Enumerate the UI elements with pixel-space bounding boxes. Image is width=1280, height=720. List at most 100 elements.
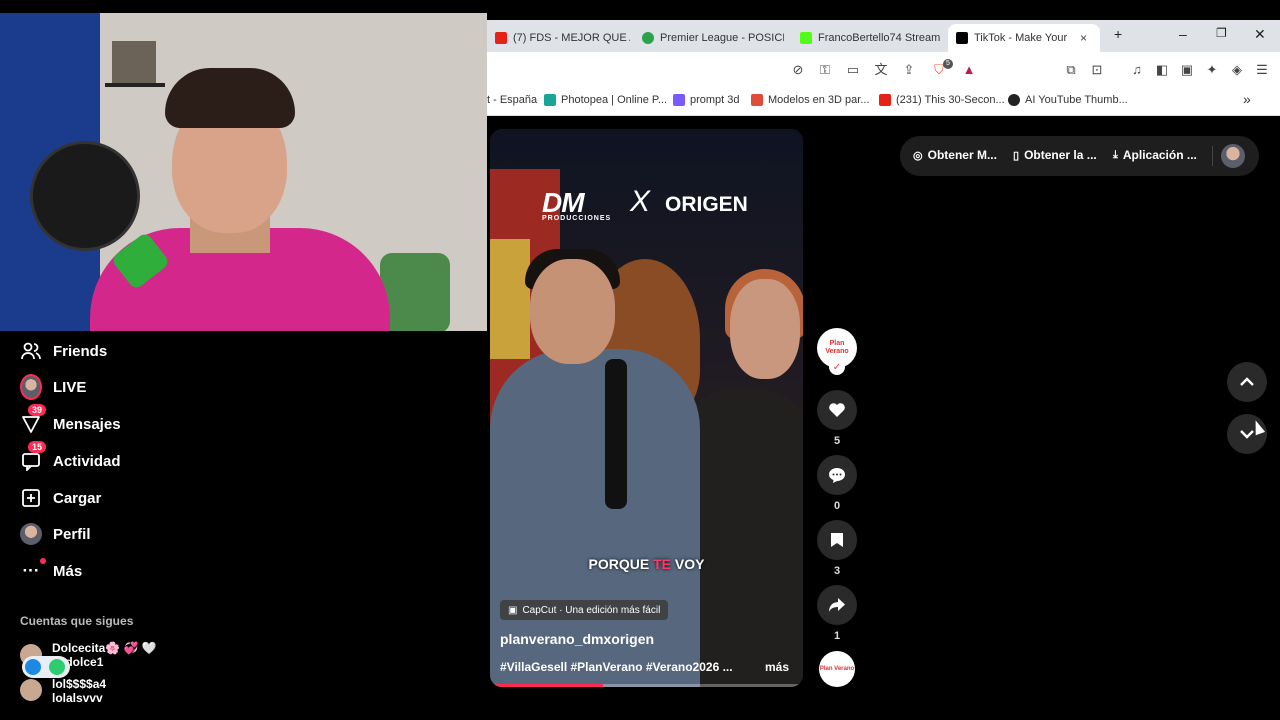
- logo-x: X: [630, 185, 651, 218]
- bookmark-espana[interactable]: t - España: [487, 94, 537, 106]
- divider: [1212, 146, 1213, 166]
- new-tab-button[interactable]: +: [1114, 26, 1122, 42]
- dm-logo-sub: PRODUCCIONES: [542, 215, 612, 222]
- upload-icon: [20, 487, 42, 509]
- phone-icon: ▯: [1013, 149, 1020, 162]
- bookmark-prompt-3d[interactable]: prompt 3d: [673, 94, 740, 106]
- sidebar-item-activity[interactable]: 15 Actividad: [20, 441, 121, 472]
- video-author[interactable]: planverano_dmxorigen: [500, 631, 654, 647]
- video-player[interactable]: DM PRODUCCIONES X ORIGEN PORQUE TE VOY ▣…: [490, 129, 803, 687]
- live-icon: [20, 374, 42, 400]
- microphone: [605, 359, 627, 509]
- leo-ai-icon[interactable]: ✦: [1204, 62, 1220, 78]
- screenshot-icon[interactable]: ⊡: [1089, 62, 1105, 78]
- wallet-icon[interactable]: ▣: [1179, 62, 1195, 78]
- comment-button[interactable]: [817, 455, 857, 495]
- messages-badge: 39: [28, 404, 47, 416]
- avatar: [20, 679, 42, 701]
- close-window-button[interactable]: ✕: [1254, 26, 1266, 43]
- sidebar-icon[interactable]: ◧: [1154, 62, 1170, 78]
- bookmark-ai-thumbnail[interactable]: AI YouTube Thumb...: [1008, 94, 1128, 106]
- music-disc[interactable]: Plan Verano: [819, 651, 855, 687]
- extensions-icon[interactable]: ⧉: [1063, 62, 1079, 78]
- capcut-icon: ▣: [508, 604, 518, 616]
- bookmark-modelos-3d[interactable]: Modelos en 3D par...: [751, 94, 870, 106]
- minimize-button[interactable]: –: [1179, 26, 1187, 42]
- ai-thumbnail-icon: [1008, 94, 1020, 106]
- top-actions-bar: ◎ Obtener M... ▯ Obtener la ... ⤓ Aplicació…: [900, 136, 1259, 176]
- youtube-icon: [495, 32, 507, 44]
- key-icon[interactable]: ⚿: [817, 62, 833, 78]
- desktop-app-button[interactable]: ⤓ Aplicación ...: [1113, 148, 1197, 162]
- bookmarks-overflow-icon[interactable]: »: [1243, 91, 1251, 107]
- kick-icon: [800, 32, 812, 44]
- following-section-title: Cuentas que sigues: [20, 614, 134, 628]
- sidebar-item-messages[interactable]: 39 Mensajes: [20, 404, 121, 435]
- save-count: 3: [833, 565, 841, 577]
- following-account-lola[interactable]: lol$$$$a4 lolalsvvv: [20, 677, 106, 703]
- chevron-up-icon: [1240, 377, 1254, 386]
- messages-icon: 39: [20, 404, 47, 435]
- sidebar-item-friends[interactable]: Friends: [20, 340, 107, 362]
- vpn-icon[interactable]: ◈: [1229, 62, 1245, 78]
- menu-icon[interactable]: ☰: [1254, 62, 1270, 78]
- profile-avatar: [20, 523, 42, 545]
- comment-count: 0: [833, 500, 841, 512]
- translate-off-icon[interactable]: ⊘: [790, 62, 806, 78]
- webcam-overlay: [0, 13, 487, 331]
- video-caption: PORQUE TE VOY: [588, 556, 705, 572]
- restore-button[interactable]: ❐: [1216, 26, 1227, 40]
- activity-badge: 15: [28, 441, 47, 453]
- close-tab-icon[interactable]: ×: [1080, 31, 1087, 45]
- previous-video-button[interactable]: [1227, 362, 1267, 402]
- share-icon[interactable]: ⇪: [901, 62, 917, 78]
- install-icon[interactable]: ▭: [845, 62, 861, 78]
- tab-tiktok[interactable]: TikTok - Make Your ×: [948, 24, 1100, 52]
- followed-check-icon[interactable]: ✓: [829, 359, 845, 375]
- download-icon: ⤓: [1113, 148, 1118, 161]
- globe-icon: [642, 32, 654, 44]
- bookmark-photopea[interactable]: Photopea | Online P...: [544, 94, 667, 106]
- sparkle-icon: [673, 94, 685, 106]
- get-app-button[interactable]: ▯ Obtener la ...: [1013, 148, 1097, 162]
- share-arrow-icon: [829, 598, 845, 612]
- heart-icon: [829, 403, 845, 417]
- translate-icon[interactable]: 文: [873, 62, 889, 78]
- media-icon[interactable]: ♫: [1129, 62, 1145, 78]
- sidebar-item-profile[interactable]: Perfil: [20, 523, 91, 545]
- sidebar-item-live[interactable]: LIVE: [20, 374, 86, 400]
- youtube-icon: [879, 94, 891, 106]
- bookmarks-bar: t - España Photopea | Online P... prompt…: [487, 88, 1280, 116]
- get-coins-button[interactable]: ◎ Obtener M...: [913, 148, 997, 162]
- sidebar-item-more[interactable]: ··· Más: [20, 558, 82, 582]
- share-count: 1: [833, 630, 841, 642]
- comment-icon: [829, 468, 845, 483]
- brave-rewards-icon[interactable]: ▲: [961, 62, 977, 78]
- activity-icon: 15: [20, 441, 47, 472]
- bookmark-youtube-video[interactable]: (231) This 30-Secon...: [879, 94, 1005, 106]
- browser-tab-strip: (7) FDS - MEJOR QUE ANT Premier League -…: [487, 20, 1280, 52]
- chevron-down-icon: [1240, 430, 1254, 439]
- browser-toolbar: ⊘ ⚿ ▭ 文 ⇪ ⛉ 5 ▲ ⧉ ⊡ ♫ ◧ ▣ ✦ ◈ ☰: [487, 52, 1280, 88]
- floating-widget[interactable]: [22, 656, 70, 678]
- bookmark-icon: [831, 533, 843, 547]
- video-hashtags[interactable]: #VillaGesell #PlanVerano #Verano2026 ...: [500, 660, 733, 674]
- like-button[interactable]: [817, 390, 857, 430]
- power-icon: [49, 659, 65, 675]
- tab-fds[interactable]: (7) FDS - MEJOR QUE ANT: [487, 24, 630, 52]
- tab-kick-stream[interactable]: FrancoBertello74 Stream: [792, 24, 942, 52]
- capcut-tag[interactable]: ▣ CapCut · Una edición más fácil: [500, 600, 669, 620]
- share-button[interactable]: [817, 585, 857, 625]
- sidebar-item-upload[interactable]: Cargar: [20, 487, 101, 509]
- photopea-icon: [544, 94, 556, 106]
- save-button[interactable]: [817, 520, 857, 560]
- like-count: 5: [833, 435, 841, 447]
- more-icon: ···: [20, 558, 46, 582]
- coin-icon: ◎: [913, 149, 923, 162]
- tab-premier-league[interactable]: Premier League - POSICIO: [634, 24, 784, 52]
- shield-count-badge: 5: [943, 59, 953, 69]
- video-progress[interactable]: [490, 684, 803, 687]
- modelos-icon: [751, 94, 763, 106]
- more-description-button[interactable]: más: [765, 660, 789, 674]
- user-avatar[interactable]: [1221, 144, 1245, 168]
